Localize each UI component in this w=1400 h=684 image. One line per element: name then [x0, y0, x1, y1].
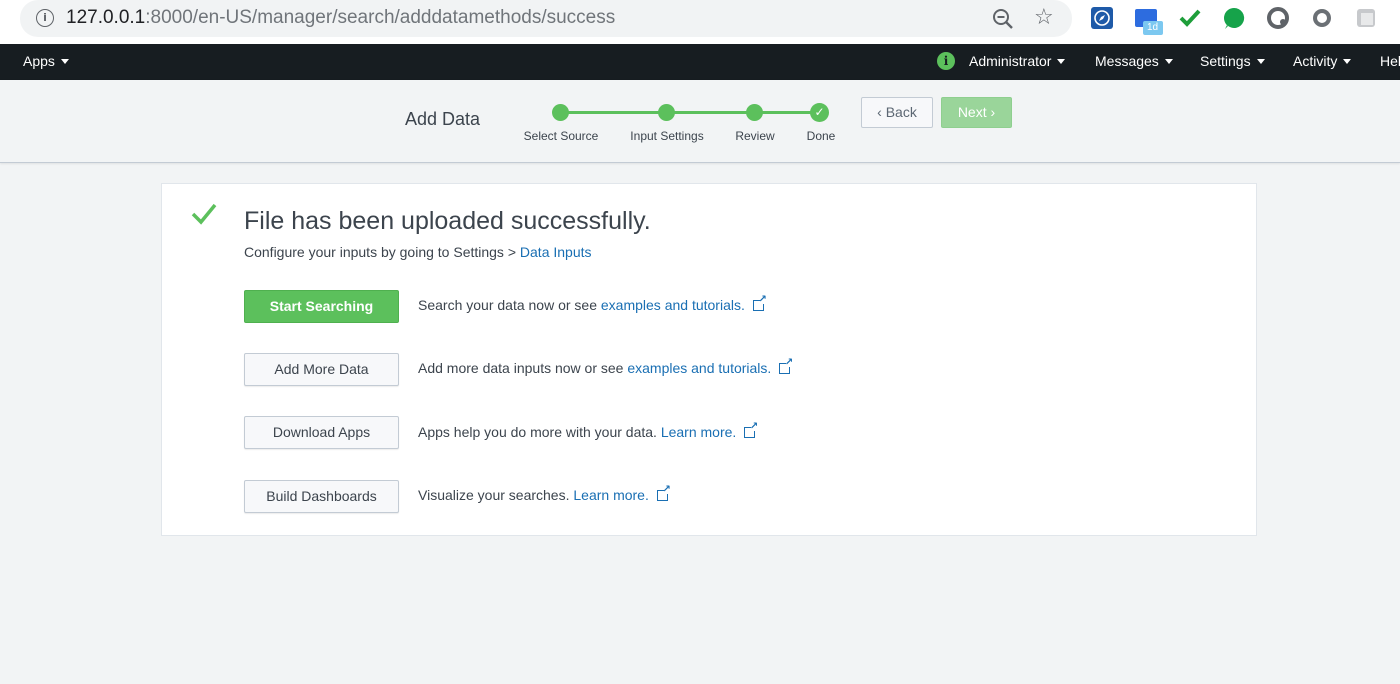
external-link-icon[interactable]	[656, 484, 671, 501]
step-progress-line	[560, 111, 820, 114]
next-button[interactable]: Next ›	[941, 97, 1012, 128]
download-apps-button[interactable]: Download Apps	[244, 416, 399, 449]
caret-down-icon	[60, 59, 69, 64]
chevron-right-icon: ›	[986, 104, 996, 120]
apps-menu-label: Apps	[23, 53, 55, 69]
administrator-menu[interactable]: Administrator	[969, 53, 1066, 69]
info-icon[interactable]: i	[36, 9, 54, 27]
step-label-done: Done	[806, 129, 836, 143]
chat-extension-icon[interactable]	[1223, 7, 1245, 29]
start-searching-description: Search your data now or see examples and…	[418, 294, 767, 313]
back-button[interactable]: ‹ Back	[861, 97, 933, 128]
download-apps-description: Apps help you do more with your data. Le…	[418, 421, 758, 440]
settings-menu-label: Settings	[1200, 53, 1251, 69]
examples-tutorials-link[interactable]: examples and tutorials.	[627, 360, 771, 376]
configure-inputs-text: Configure your inputs by going to Settin…	[244, 244, 592, 260]
zoom-icon[interactable]	[992, 8, 1014, 30]
action-desc-text: Add more data inputs now or see	[418, 360, 628, 376]
messages-menu[interactable]: Messages	[1095, 53, 1173, 69]
build-dashboards-description: Visualize your searches. Learn more.	[418, 484, 671, 503]
administrator-menu-label: Administrator	[969, 53, 1052, 69]
examples-tutorials-link[interactable]: examples and tutorials.	[601, 297, 745, 313]
info-status-icon[interactable]: i	[937, 52, 955, 70]
bookmark-star-icon[interactable]: ☆	[1034, 4, 1054, 30]
help-menu[interactable]: Help	[1380, 53, 1400, 69]
step-dot-review	[746, 104, 763, 121]
settings-menu[interactable]: Settings	[1200, 53, 1265, 69]
action-desc-text: Apps help you do more with your data.	[418, 424, 661, 440]
learn-more-link[interactable]: Learn more.	[573, 487, 648, 503]
add-more-data-description: Add more data inputs now or see examples…	[418, 357, 793, 376]
data-inputs-link[interactable]: Data Inputs	[520, 244, 592, 260]
url-text[interactable]: 127.0.0.1:8000/en-US/manager/search/addd…	[66, 7, 615, 29]
page-title: Add Data	[405, 109, 481, 129]
circle-extension-icon[interactable]	[1267, 7, 1289, 29]
configure-inputs-prefix: Configure your inputs by going to Settin…	[244, 244, 520, 260]
build-dashboards-button[interactable]: Build Dashboards	[244, 480, 399, 513]
caret-down-icon	[1343, 59, 1352, 64]
step-label-input-settings: Input Settings	[630, 129, 704, 143]
caret-down-icon	[1256, 59, 1265, 64]
upload-success-panel: File has been uploaded successfully. Con…	[161, 183, 1257, 536]
messages-menu-label: Messages	[1095, 53, 1159, 69]
browser-toolbar: i 127.0.0.1:8000/en-US/manager/search/ad…	[0, 0, 1400, 44]
step-dot-select-source	[552, 104, 569, 121]
add-data-wizard-header: Add Data ✓ Select Source Input Settings …	[0, 80, 1400, 163]
calendar-extension-icon[interactable]: 1d	[1135, 7, 1165, 37]
help-menu-label: Help	[1380, 53, 1400, 69]
caret-down-icon	[1057, 59, 1066, 64]
next-button-label: Next	[957, 104, 987, 120]
compass-extension-icon[interactable]	[1091, 7, 1113, 29]
learn-more-link[interactable]: Learn more.	[661, 424, 736, 440]
top-navigation-bar: Apps i Administrator Messages Settings A…	[0, 44, 1400, 80]
checkmark-extension-icon[interactable]	[1179, 7, 1201, 29]
success-title: File has been uploaded successfully.	[244, 207, 651, 235]
add-more-data-button[interactable]: Add More Data	[244, 353, 399, 386]
step-label-select-source: Select Source	[523, 129, 599, 143]
apps-menu[interactable]: Apps	[23, 53, 69, 69]
start-searching-button[interactable]: Start Searching	[244, 290, 399, 323]
external-link-icon[interactable]	[779, 357, 793, 374]
activity-menu[interactable]: Activity	[1293, 53, 1352, 69]
back-button-label: Back	[885, 104, 917, 120]
external-link-icon[interactable]	[752, 294, 767, 311]
activity-menu-label: Activity	[1293, 53, 1338, 69]
action-desc-text: Visualize your searches.	[418, 487, 574, 503]
step-dot-input-settings	[658, 104, 675, 121]
step-label-review: Review	[735, 129, 775, 143]
ring-extension-icon[interactable]	[1311, 7, 1333, 29]
address-bar[interactable]: i 127.0.0.1:8000/en-US/manager/search/ad…	[20, 0, 1072, 37]
success-check-icon	[191, 203, 217, 225]
external-link-icon[interactable]	[744, 421, 758, 438]
caret-down-icon	[1164, 59, 1173, 64]
extension-badge: 1d	[1147, 22, 1159, 33]
step-done-check-icon: ✓	[810, 103, 829, 122]
action-desc-text: Search your data now or see	[418, 297, 601, 313]
chevron-left-icon: ‹	[877, 104, 886, 120]
page-extension-icon[interactable]	[1355, 7, 1377, 29]
